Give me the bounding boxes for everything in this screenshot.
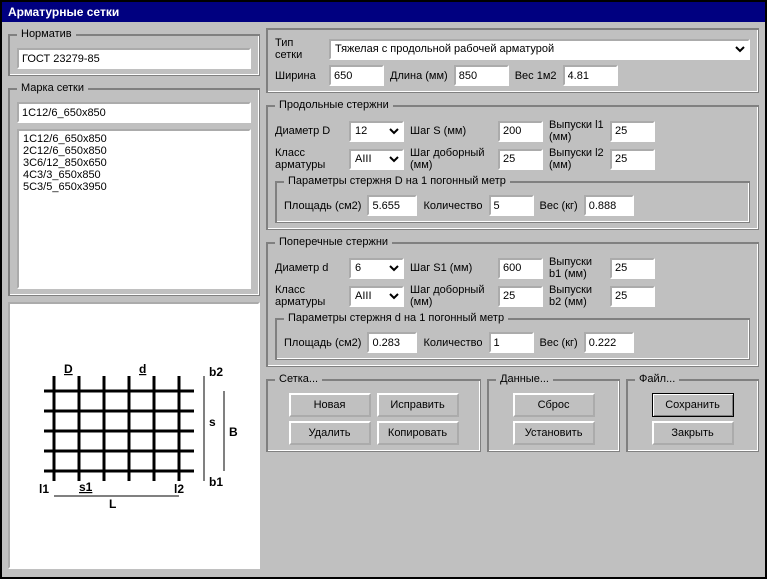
reset-button[interactable]: Сброс	[513, 393, 595, 417]
diagram-label-l1: l1	[39, 482, 49, 496]
cross-group: Поперечные стержни Диаметр d 6 Шаг S1 (м…	[266, 236, 759, 367]
right-column: Тип сетки Тяжелая с продольной рабочей а…	[266, 28, 759, 569]
long-step2-input[interactable]	[498, 149, 543, 170]
length-input[interactable]	[454, 65, 509, 86]
diagram-label-l2: l2	[174, 482, 184, 496]
cross-step2-label: Шаг доборный (мм)	[410, 284, 492, 308]
weight-m2-input[interactable]	[563, 65, 618, 86]
cross-legend: Поперечные стержни	[275, 236, 392, 248]
cross-step-label: Шаг S1 (мм)	[410, 262, 492, 274]
long-rel2-label: Выпуски l2 (мм)	[549, 147, 604, 171]
long-area-input[interactable]	[367, 195, 417, 216]
left-column: Норматив Марка сетки 1C12/6_650x850 2C12…	[8, 28, 260, 569]
length-label: Длина (мм)	[390, 70, 448, 82]
diagram-label-b1: b1	[209, 475, 223, 489]
long-rel1-label: Выпуски l1 (мм)	[549, 119, 604, 143]
cross-rel2-label: Выпуски b2 (мм)	[549, 284, 604, 308]
long-class-label: Класс арматуры	[275, 147, 343, 171]
long-rel1-input[interactable]	[610, 121, 655, 142]
mark-current-input[interactable]	[17, 102, 251, 123]
long-diam-select[interactable]: 12	[349, 121, 404, 142]
new-button[interactable]: Новая	[289, 393, 371, 417]
list-item[interactable]: 3C6/12_850x650	[21, 157, 247, 169]
mesh-btn-group: Сетка... Новая Исправить Удалить Копиров…	[266, 373, 481, 452]
type-label: Тип сетки	[275, 37, 323, 61]
bottom-button-groups: Сетка... Новая Исправить Удалить Копиров…	[266, 373, 759, 452]
cross-diam-label: Диаметр d	[275, 262, 343, 274]
data-btn-group: Данные... Сброс Установить	[487, 373, 620, 452]
diagram-label-b2: b2	[209, 365, 223, 379]
file-btn-legend: Файл...	[635, 373, 679, 385]
list-item[interactable]: 4C3/3_650x850	[21, 169, 247, 181]
cross-param-legend: Параметры стержня d на 1 погонный метр	[284, 312, 508, 324]
diagram-label-B: B	[229, 425, 238, 439]
cross-rel1-label: Выпуски b1 (мм)	[549, 256, 604, 280]
cross-class-select[interactable]: AIII	[349, 286, 404, 307]
cross-diam-select[interactable]: 6	[349, 258, 404, 279]
cross-step-input[interactable]	[498, 258, 543, 279]
main-window: Арматурные сетки Норматив Марка сетки 1C…	[0, 0, 767, 579]
normative-group: Норматив	[8, 28, 260, 76]
long-count-label: Количество	[423, 200, 482, 212]
mesh-btn-legend: Сетка...	[275, 373, 322, 385]
cross-wt-input[interactable]	[584, 332, 634, 353]
width-label: Ширина	[275, 70, 323, 82]
width-input[interactable]	[329, 65, 384, 86]
fix-button[interactable]: Исправить	[377, 393, 459, 417]
cross-rel2-input[interactable]	[610, 286, 655, 307]
cross-count-label: Количество	[423, 337, 482, 349]
mark-group: Марка сетки 1C12/6_650x850 2C12/6_650x85…	[8, 82, 260, 296]
list-item[interactable]: 5C3/5_650x3950	[21, 181, 247, 193]
long-rel2-input[interactable]	[610, 149, 655, 170]
set-button[interactable]: Установить	[513, 421, 595, 445]
long-step2-label: Шаг доборный (мм)	[410, 147, 492, 171]
long-count-input[interactable]	[489, 195, 534, 216]
close-button[interactable]: Закрыть	[652, 421, 734, 445]
mesh-diagram: D d b2 s B b1 l1 s1 l2 L	[8, 302, 260, 569]
diagram-label-s1: s1	[79, 480, 93, 494]
cross-area-label: Площадь (см2)	[284, 337, 361, 349]
diagram-label-s: s	[209, 415, 216, 429]
long-step-input[interactable]	[498, 121, 543, 142]
mark-listbox[interactable]: 1C12/6_650x850 2C12/6_650x850 3C6/12_850…	[17, 129, 251, 289]
save-button[interactable]: Сохранить	[652, 393, 734, 417]
diagram-label-d: d	[139, 362, 146, 376]
cross-count-input[interactable]	[489, 332, 534, 353]
diagram-label-L: L	[109, 497, 116, 511]
long-wt-label: Вес (кг)	[540, 200, 578, 212]
long-step-label: Шаг S (мм)	[410, 125, 492, 137]
content-area: Норматив Марка сетки 1C12/6_650x850 2C12…	[2, 22, 765, 575]
list-item[interactable]: 1C12/6_650x850	[21, 133, 247, 145]
copy-button[interactable]: Копировать	[377, 421, 459, 445]
type-select[interactable]: Тяжелая с продольной рабочей арматурой	[329, 39, 750, 60]
cross-rel1-input[interactable]	[610, 258, 655, 279]
mark-legend: Марка сетки	[17, 82, 88, 94]
window-title: Арматурные сетки	[2, 2, 765, 22]
long-class-select[interactable]: AIII	[349, 149, 404, 170]
diagram-label-D: D	[64, 362, 73, 376]
long-area-label: Площадь (см2)	[284, 200, 361, 212]
cross-wt-label: Вес (кг)	[540, 337, 578, 349]
long-param-legend: Параметры стержня D на 1 погонный метр	[284, 175, 510, 187]
normative-input[interactable]	[17, 48, 251, 69]
cross-param-group: Параметры стержня d на 1 погонный метр П…	[275, 312, 750, 360]
weight-m2-label: Вес 1м2	[515, 70, 557, 82]
data-btn-legend: Данные...	[496, 373, 553, 385]
longitudinal-group: Продольные стержни Диаметр D 12 Шаг S (м…	[266, 99, 759, 230]
long-param-group: Параметры стержня D на 1 погонный метр П…	[275, 175, 750, 223]
mesh-type-group: Тип сетки Тяжелая с продольной рабочей а…	[266, 28, 759, 93]
file-btn-group: Файл... Сохранить Закрыть	[626, 373, 759, 452]
longitudinal-legend: Продольные стержни	[275, 99, 393, 111]
cross-class-label: Класс арматуры	[275, 284, 343, 308]
cross-step2-input[interactable]	[498, 286, 543, 307]
cross-area-input[interactable]	[367, 332, 417, 353]
list-item[interactable]: 2C12/6_650x850	[21, 145, 247, 157]
delete-button[interactable]: Удалить	[289, 421, 371, 445]
long-diam-label: Диаметр D	[275, 125, 343, 137]
long-wt-input[interactable]	[584, 195, 634, 216]
normative-legend: Норматив	[17, 28, 76, 40]
